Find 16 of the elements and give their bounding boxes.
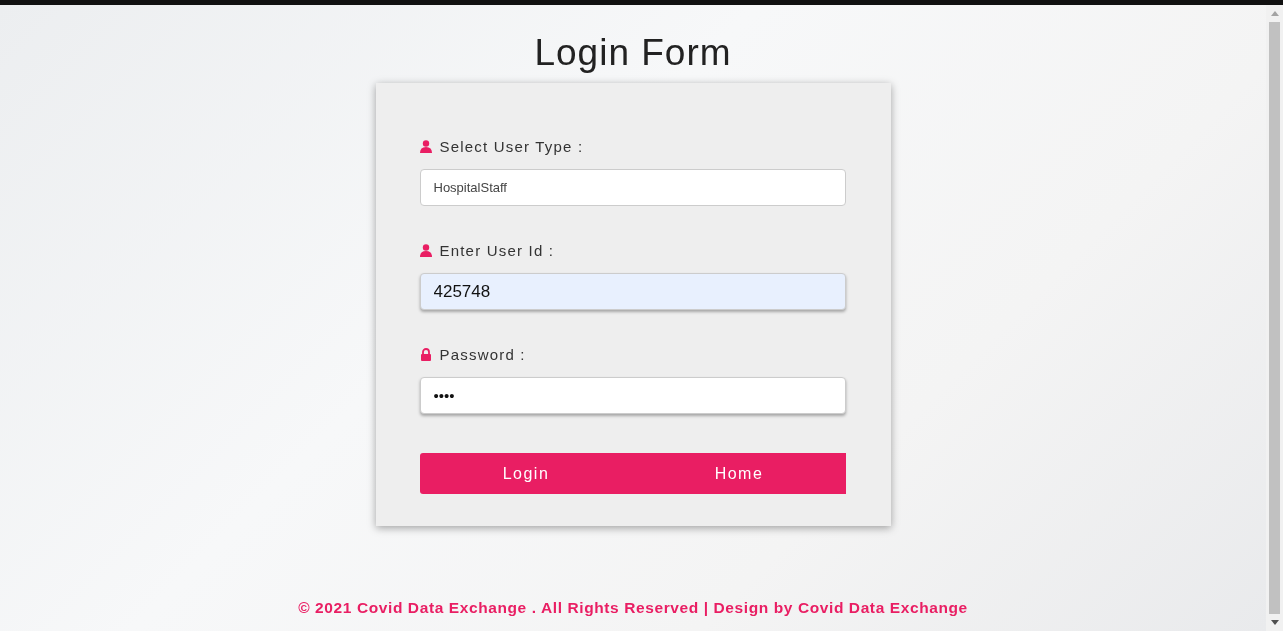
input-field[interactable]: •••• xyxy=(419,377,846,414)
field-label: Password : xyxy=(439,345,526,363)
user-icon xyxy=(419,243,432,257)
scrollbar[interactable] xyxy=(1266,5,1283,631)
scroll-up-icon[interactable] xyxy=(1270,11,1279,16)
form-title: Login Form xyxy=(534,31,732,75)
input-field[interactable]: HospitalStaff xyxy=(419,169,846,206)
field-label: Select User Type : xyxy=(439,137,584,155)
scroll-down-icon[interactable] xyxy=(1270,620,1279,625)
action-button[interactable]: Home xyxy=(632,453,846,494)
field-label: Enter User Id : xyxy=(439,241,555,259)
user-icon xyxy=(419,139,432,153)
footer-text: © 2021 Covid Data Exchange . All Rights Reserved | Design by Covid Data Exchange xyxy=(298,599,968,617)
lock-icon xyxy=(419,347,432,361)
action-button[interactable]: Login xyxy=(419,453,633,494)
input-field[interactable]: 425748 xyxy=(419,273,846,310)
